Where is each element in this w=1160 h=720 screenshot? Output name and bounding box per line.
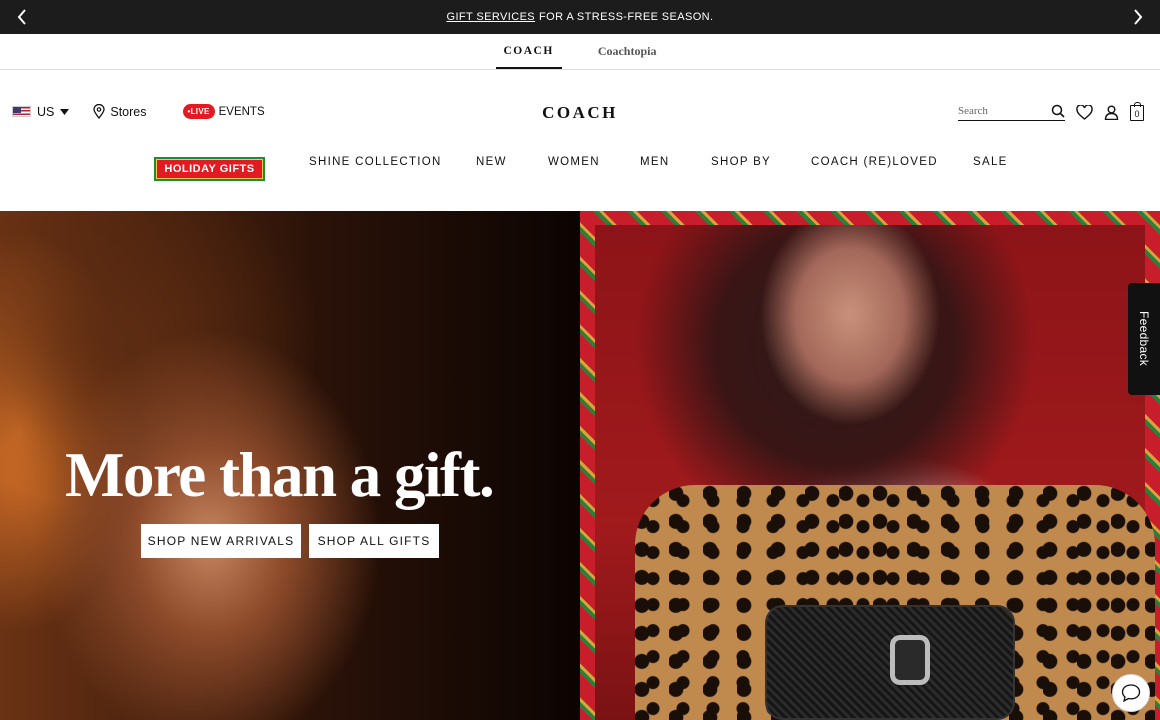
chevron-left-icon[interactable] [12,7,32,27]
promo-banner: GIFT SERVICES FOR A STRESS-FREE SEASON. [0,0,1160,34]
nav-coach-reloved[interactable]: COACH (RE)LOVED [811,156,938,168]
chat-icon [1121,684,1141,702]
nav-shop-by[interactable]: SHOP BY [711,156,771,168]
shop-all-gifts-button[interactable]: SHOP ALL GIFTS [309,524,439,558]
country-label: US [37,104,55,119]
country-selector[interactable]: US [12,104,70,119]
search-icon[interactable] [1051,104,1065,118]
brand-tabs: COACH Coachtopia [0,34,1160,70]
coach-logo[interactable]: COACH [500,103,660,123]
promo-text: FOR A STRESS-FREE SEASON. [539,11,714,23]
chat-button[interactable] [1112,674,1150,712]
nav-women[interactable]: WOMEN [548,156,600,168]
hero-headline: More than a gift. [65,440,495,510]
bag-count: 0 [1134,108,1140,119]
location-pin-icon [93,104,106,119]
tab-coachtopia[interactable]: Coachtopia [590,34,665,69]
feedback-label: Feedback [1137,311,1151,367]
chevron-right-icon[interactable] [1128,7,1148,27]
nav-sale[interactable]: SALE [973,156,1008,168]
heart-icon[interactable] [1076,105,1093,120]
us-flag-icon [12,106,31,117]
feedback-tab[interactable]: Feedback [1128,283,1160,395]
bag-icon[interactable]: 0 [1130,101,1144,121]
hero-model-photo [595,225,1155,720]
stores-link[interactable]: Stores [93,104,147,119]
nav-shine-collection[interactable]: SHINE COLLECTION [309,156,442,168]
user-icon[interactable] [1104,105,1119,120]
events-link[interactable]: •LIVE EVENTS [182,104,265,119]
search-box[interactable] [958,104,1065,121]
shop-new-arrivals-button[interactable]: SHOP NEW ARRIVALS [141,524,301,558]
main-nav: SHINE COLLECTION NEW WOMEN MEN SHOP BY C… [0,150,1160,184]
gift-services-link[interactable]: GIFT SERVICES [447,11,536,23]
nav-men[interactable]: MEN [640,156,669,168]
handbag-clasp [890,635,930,685]
live-badge: •LIVE [182,104,215,119]
chevron-down-icon [60,108,70,115]
nav-new[interactable]: NEW [476,156,507,168]
hero-banner: More than a gift. SHOP NEW ARRIVALS SHOP… [0,211,1160,720]
hero-right-image [580,211,1160,720]
events-label: EVENTS [218,105,265,118]
utility-bar: US Stores •LIVE EVENTS COACH 0 [0,70,1160,158]
search-input[interactable] [958,105,1038,117]
stores-label: Stores [110,104,147,119]
tab-coach[interactable]: COACH [495,34,562,69]
